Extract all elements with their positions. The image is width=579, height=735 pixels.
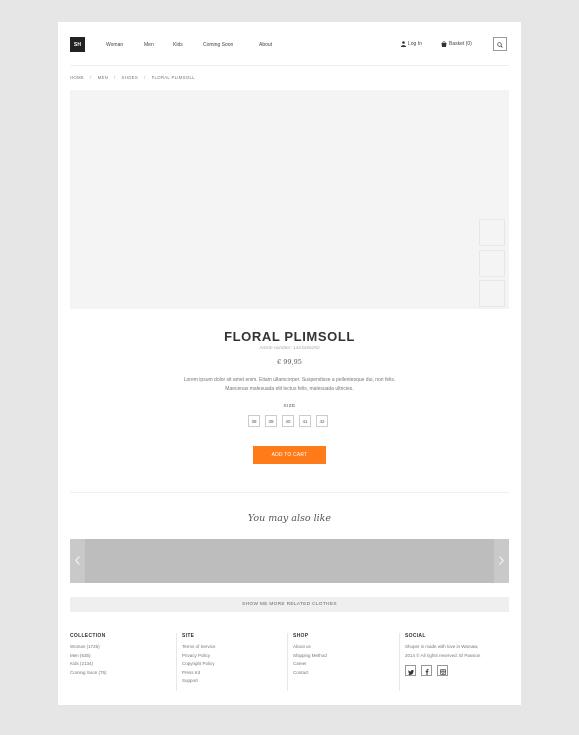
footer-site-title: SITE — [182, 633, 195, 639]
footer-shop-title: SHOP — [293, 633, 309, 639]
user-icon — [401, 41, 406, 47]
footer-credit-line-1: Shoper is made with love in Warsaw, — [405, 644, 479, 649]
footer-link[interactable]: Copyright Policy — [182, 660, 286, 669]
size-option-41[interactable]: 41 — [299, 415, 311, 427]
breadcrumb-separator: / — [144, 75, 146, 80]
footer-link[interactable]: Press Kit — [182, 669, 286, 678]
size-option-40[interactable]: 40 — [282, 415, 294, 427]
basket-link[interactable]: Basket (0) — [441, 41, 472, 47]
product-price: € 99,95 — [277, 358, 302, 366]
instagram-icon — [439, 662, 446, 680]
breadcrumb: HOME / MEN / SHOES / FLORAL PLIMSOLL — [70, 75, 195, 80]
footer-link[interactable]: Career — [293, 660, 397, 669]
facebook-icon — [425, 662, 429, 680]
product-description: Lorem ipsum dolor sit amet enim. Etiam u… — [158, 376, 421, 393]
footer-site: SITE Terms of Service Privacy Policy Cop… — [176, 633, 286, 691]
footer-link[interactable]: Kids (2134) — [70, 660, 180, 669]
carousel-prev-button[interactable] — [70, 539, 85, 583]
search-icon — [497, 35, 503, 53]
footer-link[interactable]: Privacy Policy — [182, 652, 286, 661]
breadcrumb-separator: / — [114, 75, 116, 80]
social-links — [405, 665, 511, 676]
breadcrumb-current: FLORAL PLIMSOLL — [151, 75, 195, 80]
footer-social-title: SOCIAL — [405, 633, 426, 639]
thumbnail-1[interactable] — [479, 219, 505, 246]
size-selector: 38 39 40 41 42 — [248, 415, 328, 427]
footer-collection: COLLECTION Woman (1725) Men (635) Kids (… — [70, 633, 180, 691]
footer-social: SOCIAL Shoper is made with love in Warsa… — [399, 633, 511, 691]
section-divider — [70, 492, 509, 493]
footer-link[interactable]: Coming Soon (76) — [70, 669, 180, 678]
carousel-next-button[interactable] — [494, 539, 509, 583]
breadcrumb-men[interactable]: MEN — [98, 75, 108, 80]
nav-woman[interactable]: Woman — [106, 42, 123, 48]
product-image — [70, 90, 509, 309]
chevron-right-icon — [499, 552, 504, 570]
size-option-42[interactable]: 42 — [316, 415, 328, 427]
breadcrumb-separator: / — [90, 75, 92, 80]
breadcrumb-home[interactable]: HOME — [70, 75, 84, 80]
add-to-cart-button[interactable]: ADD TO CART — [253, 446, 326, 464]
related-title: You may also like — [247, 513, 332, 524]
footer-collection-title: COLLECTION — [70, 633, 106, 639]
footer-link[interactable]: Support — [182, 677, 286, 686]
nav-coming-soon[interactable]: Coming Soon — [203, 42, 233, 48]
breadcrumb-shoes[interactable]: SHOES — [122, 75, 139, 80]
header-divider — [70, 65, 509, 66]
footer-link[interactable]: Contact — [293, 669, 397, 678]
nav-kids[interactable]: Kids — [173, 42, 183, 48]
nav-about[interactable]: About — [259, 42, 272, 48]
article-number: Article number: 1423456292 — [259, 346, 320, 351]
search-button[interactable] — [493, 37, 507, 51]
thumbnail-3[interactable] — [479, 280, 505, 307]
instagram-button[interactable] — [437, 665, 448, 676]
thumbnail-2[interactable] — [479, 250, 505, 277]
nav-men[interactable]: Men — [144, 42, 154, 48]
footer-link[interactable]: Terms of Service — [182, 643, 286, 652]
size-option-39[interactable]: 39 — [265, 415, 277, 427]
twitter-button[interactable] — [405, 665, 416, 676]
page: SH Woman Men Kids Coming Soon About Log … — [58, 22, 521, 705]
footer-credit-line-2: 2014 © All rights reserved. El Passion — [405, 652, 481, 658]
show-more-button[interactable]: SHOW ME MORE RELATED CLOTHES — [70, 597, 509, 612]
login-link[interactable]: Log In — [401, 41, 422, 47]
login-label: Log In — [408, 41, 422, 47]
description-line-1: Lorem ipsum dolor sit amet enim. Etiam u… — [183, 377, 396, 383]
twitter-icon — [407, 662, 414, 680]
facebook-button[interactable] — [421, 665, 432, 676]
footer-shop: SHOP About us Shipping Method Career Con… — [287, 633, 397, 691]
logo[interactable]: SH — [70, 37, 85, 52]
description-line-2: Maecenas malesuada elit lectus felis, ma… — [225, 385, 354, 392]
size-option-38[interactable]: 38 — [248, 415, 260, 427]
footer-link[interactable]: About us — [293, 643, 397, 652]
related-carousel — [70, 539, 509, 583]
footer-link[interactable]: Woman (1725) — [70, 643, 180, 652]
product-title: FLORAL PLIMSOLL — [224, 329, 355, 344]
footer-link[interactable]: Men (635) — [70, 652, 180, 661]
footer-link[interactable]: Shipping Method — [293, 652, 397, 661]
basket-label: Basket (0) — [449, 41, 472, 47]
chevron-left-icon — [75, 552, 80, 570]
size-label: SIZE — [283, 404, 296, 409]
basket-icon — [441, 41, 447, 47]
